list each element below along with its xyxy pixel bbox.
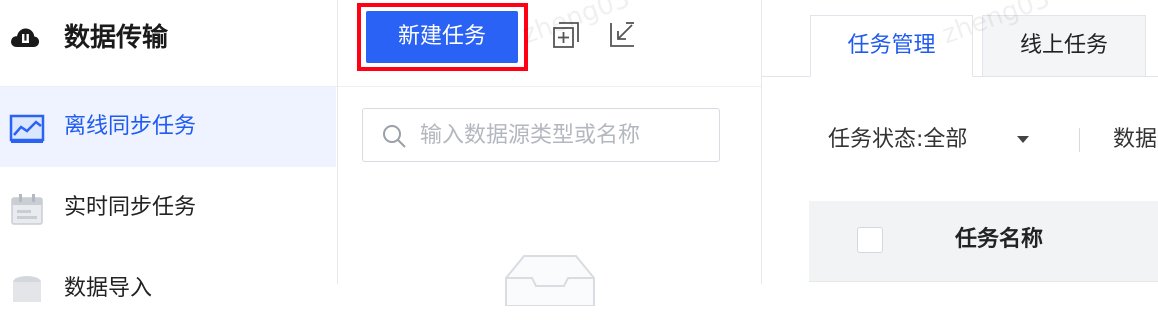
search-input[interactable]: 输入数据源类型或名称 (362, 108, 720, 162)
sidebar-item-data-import[interactable]: 数据导入 (0, 249, 336, 329)
chart-monitor-icon (9, 114, 45, 143)
app-title: 数据传输 (64, 23, 169, 53)
cloud-upload-icon (11, 28, 40, 47)
task-status-value: 全部 (923, 127, 968, 152)
filter-divider (1079, 128, 1080, 152)
task-status-filter[interactable]: 任务状态:全部 (828, 124, 967, 156)
table-header: 任务名称 (809, 201, 1158, 281)
sidebar: 数据传输 离线同步任务 实时同步任务 数据导入 (0, 0, 338, 302)
search-icon (383, 125, 406, 148)
data-source-filter-label[interactable]: 数据 (1113, 124, 1157, 156)
sidebar-item-label: 实时同步任务 (64, 195, 197, 220)
search-placeholder: 输入数据源类型或名称 (420, 123, 641, 148)
chevron-down-icon[interactable] (1017, 136, 1029, 143)
sidebar-item-offline-sync[interactable]: 离线同步任务 (0, 87, 336, 167)
sidebar-item-realtime-sync[interactable]: 实时同步任务 (0, 168, 336, 248)
import-arrow-icon[interactable] (607, 20, 637, 50)
column-header-task-name: 任务名称 (955, 227, 1044, 252)
app-header: 数据传输 (0, 0, 337, 87)
calendar-icon (11, 194, 43, 225)
sidebar-item-label: 数据导入 (64, 276, 153, 301)
table-row-divider (809, 281, 1158, 282)
select-all-checkbox[interactable] (857, 227, 883, 253)
task-list-panel: 新建任务 输入数据源类型或名称 (338, 0, 762, 306)
database-icon (13, 276, 41, 302)
empty-box-icon (505, 255, 595, 306)
sidebar-item-label: 离线同步任务 (64, 114, 197, 139)
task-status-label: 任务状态: (828, 127, 924, 152)
new-task-button[interactable]: 新建任务 (366, 11, 518, 63)
